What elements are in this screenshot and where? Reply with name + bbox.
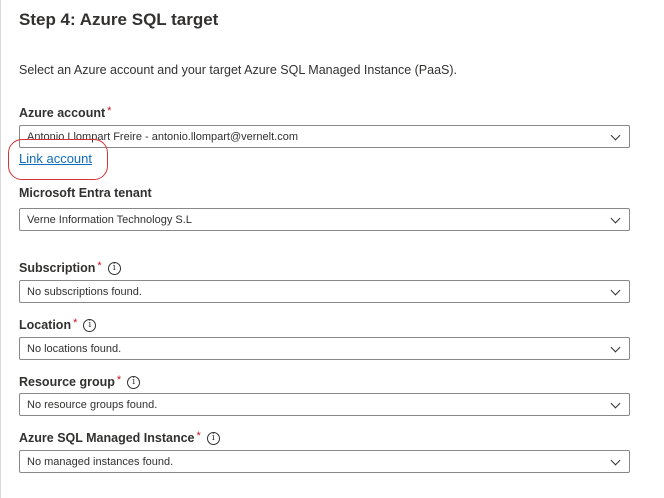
azure-account-label-text: Azure account [19,106,106,120]
required-marker: * [116,374,122,386]
required-marker: * [97,260,102,272]
tenant-label-text: Microsoft Entra tenant [19,186,152,200]
tenant-value: Verne Information Technology S.L [27,213,192,226]
required-marker: * [73,317,78,329]
chevron-down-icon [610,130,621,141]
resource-group-label: Resource group * i [19,374,141,389]
info-icon[interactable]: i [127,375,141,389]
required-marker: * [107,105,112,117]
location-dropdown[interactable]: No locations found. [19,337,630,360]
azure-account-label: Azure account * [19,105,112,120]
page-title: Step 4: Azure SQL target [19,10,219,29]
panel-divider [0,0,1,498]
resource-group-dropdown[interactable]: No resource groups found. [19,393,630,416]
managed-instance-label: Azure SQL Managed Instance * i [19,430,220,445]
location-label-text: Location [19,318,72,332]
chevron-down-icon [610,455,621,466]
chevron-down-icon [610,342,621,353]
resource-group-label-text: Resource group [19,375,115,389]
managed-instance-label-text: Azure SQL Managed Instance [19,431,195,445]
chevron-down-icon [610,213,621,224]
chevron-down-icon [610,398,621,409]
managed-instance-value: No managed instances found. [27,455,174,468]
tenant-label: Microsoft Entra tenant [19,186,152,200]
page-description: Select an Azure account and your target … [19,63,457,77]
subscription-label-text: Subscription [19,261,96,275]
info-icon[interactable]: i [206,431,220,445]
subscription-label: Subscription * i [19,260,121,275]
managed-instance-dropdown[interactable]: No managed instances found. [19,450,630,473]
subscription-dropdown[interactable]: No subscriptions found. [19,280,630,303]
info-icon[interactable]: i [107,261,121,275]
location-label: Location * i [19,317,97,332]
required-marker: * [196,430,201,442]
resource-group-value: No resource groups found. [27,398,158,411]
subscription-value: No subscriptions found. [27,285,142,298]
azure-account-value: Antonio Llompart Freire - antonio.llompa… [27,130,299,143]
azure-account-dropdown[interactable]: Antonio Llompart Freire - antonio.llompa… [19,125,630,148]
link-account-link[interactable]: Link account [19,151,92,166]
chevron-down-icon [610,285,621,296]
location-value: No locations found. [27,342,122,355]
info-icon[interactable]: i [83,318,97,332]
tenant-dropdown[interactable]: Verne Information Technology S.L [19,208,630,231]
